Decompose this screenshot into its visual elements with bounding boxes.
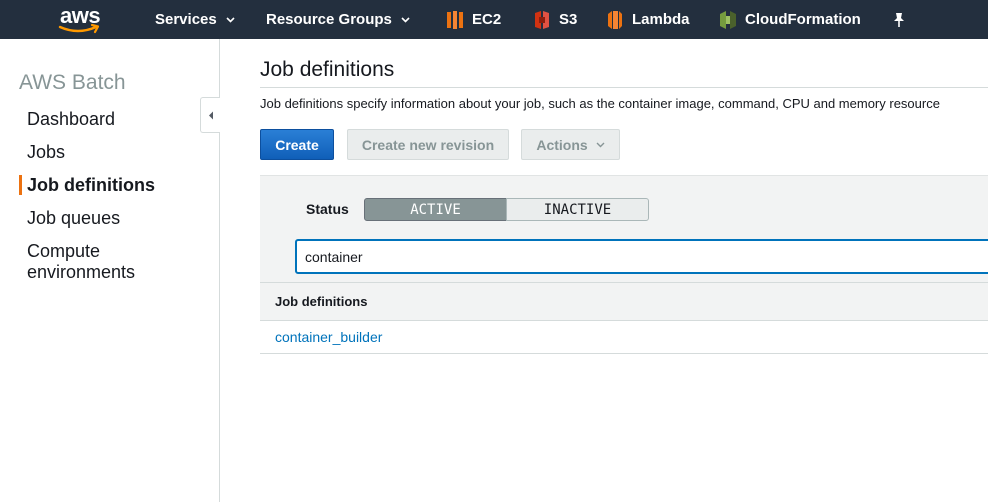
aws-logo[interactable]: aws (56, 3, 106, 35)
title-divider (260, 87, 988, 88)
resource-groups-label: Resource Groups (266, 11, 392, 28)
lambda-label: Lambda (632, 11, 690, 28)
column-header-job-definitions[interactable]: Job definitions (275, 294, 367, 309)
create-new-revision-button[interactable]: Create new revision (347, 129, 509, 160)
lambda-icon (608, 10, 622, 29)
chevron-down-icon (596, 142, 605, 147)
active-item-marker (19, 175, 22, 195)
cloudformation-shortcut[interactable]: CloudFormation (719, 0, 861, 39)
actions-dropdown[interactable]: Actions (521, 129, 620, 160)
aws-smile-icon (58, 23, 100, 34)
sidebar-item-compute-environments[interactable]: Compute environments (27, 241, 177, 283)
status-active-toggle[interactable]: ACTIVE (364, 198, 507, 221)
job-definition-link[interactable]: container_builder (275, 329, 382, 345)
s3-label: S3 (559, 11, 578, 28)
cloudformation-label: CloudFormation (745, 11, 861, 28)
page-title: Job definitions (260, 58, 395, 81)
status-inactive-toggle[interactable]: INACTIVE (506, 198, 649, 221)
top-navigation-bar: aws Services Resource Groups EC2 S3 Lamb… (0, 0, 988, 39)
ec2-label: EC2 (472, 11, 502, 28)
sidebar: AWS Batch Dashboard Jobs Job definitions… (0, 39, 220, 502)
s3-icon (535, 10, 549, 29)
s3-shortcut[interactable]: S3 (533, 0, 577, 39)
services-label: Services (155, 11, 217, 28)
collapse-sidebar-button[interactable] (200, 97, 220, 133)
sidebar-item-job-queues[interactable]: Job queues (27, 208, 120, 229)
table-header (260, 282, 988, 321)
ec2-icon (447, 10, 463, 29)
pin-button[interactable] (892, 0, 906, 39)
actions-label: Actions (536, 136, 588, 153)
sidebar-item-job-definitions[interactable]: Job definitions (27, 175, 155, 196)
pin-icon (894, 12, 904, 27)
resource-groups-menu[interactable]: Resource Groups (266, 0, 410, 39)
chevron-down-icon (226, 16, 235, 23)
create-button[interactable]: Create (260, 129, 334, 160)
status-filter-label: Status (306, 201, 349, 217)
search-input[interactable] (295, 239, 988, 274)
chevron-down-icon (401, 16, 410, 23)
ec2-shortcut[interactable]: EC2 (446, 0, 501, 39)
sidebar-title: AWS Batch (19, 71, 126, 94)
chevron-left-icon (208, 111, 213, 119)
page-description: Job definitions specify information abou… (260, 96, 940, 111)
sidebar-item-jobs[interactable]: Jobs (27, 142, 65, 163)
sidebar-item-dashboard[interactable]: Dashboard (27, 109, 115, 130)
services-menu[interactable]: Services (155, 0, 235, 39)
cloudformation-icon (720, 10, 736, 29)
lambda-shortcut[interactable]: Lambda (606, 0, 690, 39)
